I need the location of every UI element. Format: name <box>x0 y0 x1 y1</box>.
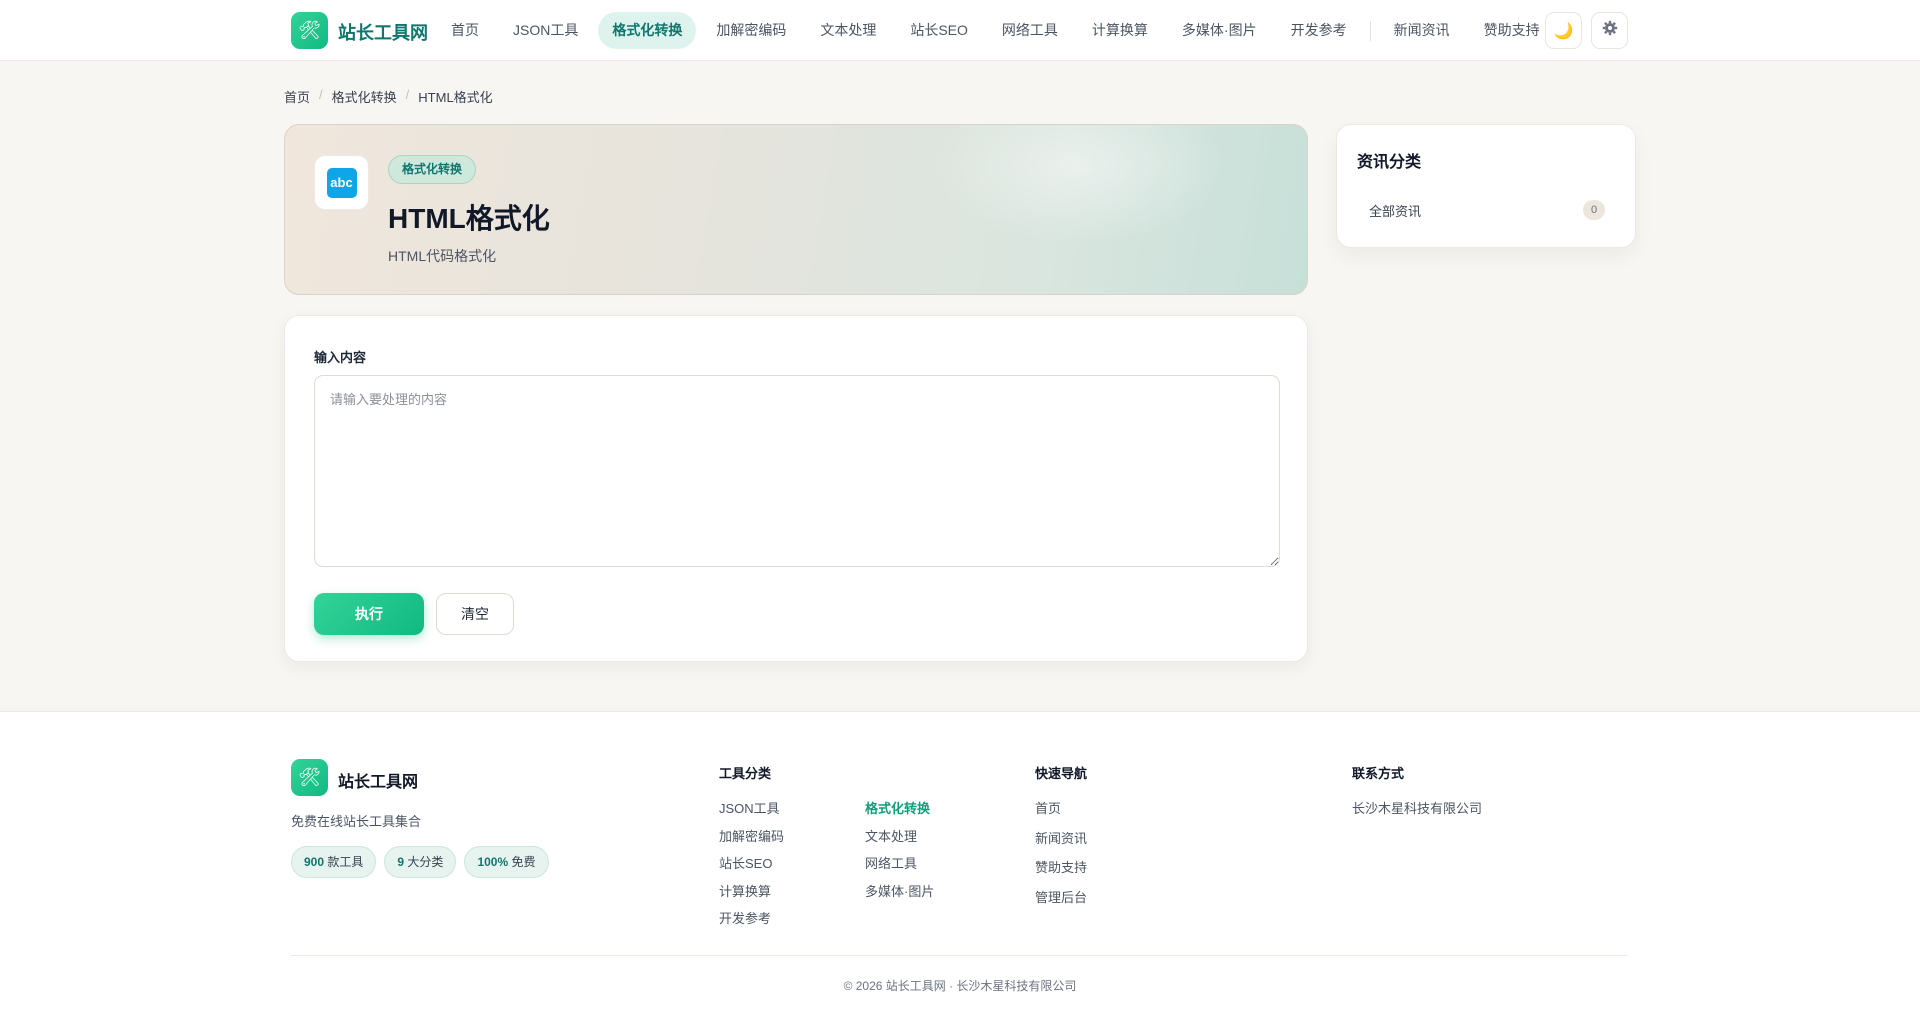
top-navbar: 🛠 站长工具网 首页 JSON工具 格式化转换 加解密编码 文本处理 站长SEO… <box>0 0 1920 61</box>
nav-item-seo[interactable]: 站长SEO <box>893 12 985 49</box>
nav-item-devref[interactable]: 开发参考 <box>1274 12 1364 49</box>
footer-link-seo[interactable]: 站长SEO <box>719 853 772 872</box>
breadcrumb-separator: / <box>405 87 410 102</box>
stat-value: 100% <box>477 855 509 869</box>
gear-icon <box>1602 20 1618 41</box>
category-badge[interactable]: 格式化转换 <box>388 155 477 184</box>
nav-item-sponsor[interactable]: 赞助支持 <box>1467 12 1557 49</box>
nav-item-format[interactable]: 格式化转换 <box>598 12 697 49</box>
settings-button[interactable] <box>1591 12 1628 49</box>
nav-item-crypto[interactable]: 加解密编码 <box>699 12 803 49</box>
tool-hero-card: abc 格式化转换 HTML格式化 HTML代码格式化 <box>284 124 1308 295</box>
footer-link-text[interactable]: 文本处理 <box>865 826 917 845</box>
stat-value: 9 <box>397 855 405 869</box>
nav-item-news[interactable]: 新闻资讯 <box>1377 12 1467 49</box>
nav-item-json[interactable]: JSON工具 <box>496 12 595 49</box>
footer-link-admin[interactable]: 管理后台 <box>1035 887 1087 906</box>
breadcrumb-category-link[interactable]: 格式化转换 <box>332 87 397 106</box>
footer-link-crypto[interactable]: 加解密编码 <box>719 826 784 845</box>
breadcrumb-current: HTML格式化 <box>418 90 493 105</box>
page-subtitle: HTML代码格式化 <box>388 248 497 264</box>
footer-stats: 900 款工具 9 大分类 100% 免费 <box>291 846 549 878</box>
nav-item-text[interactable]: 文本处理 <box>803 12 893 49</box>
footer-link-network[interactable]: 网络工具 <box>865 853 917 872</box>
stat-badge-tools: 900 款工具 <box>291 846 377 878</box>
tool-icon: abc <box>314 155 369 210</box>
news-category-sidebar: 资讯分类 全部资讯 0 <box>1336 124 1636 248</box>
breadcrumb-home-link[interactable]: 首页 <box>284 87 310 106</box>
copyright-text: © 2026 站长工具网 · 长沙木星科技有限公司 <box>843 979 1077 993</box>
site-logo-icon[interactable]: 🛠 <box>291 12 328 49</box>
nav-item-home[interactable]: 首页 <box>434 12 496 49</box>
page-title: HTML格式化 <box>388 203 550 234</box>
nav-item-network[interactable]: 网络工具 <box>985 12 1075 49</box>
stat-badge-free: 100% 免费 <box>464 846 549 878</box>
footer-contact-title: 联系方式 <box>1352 766 1405 781</box>
breadcrumb: 首页 / 格式化转换 / HTML格式化 <box>284 87 493 106</box>
run-button[interactable]: 执行 <box>314 593 424 635</box>
footer-link-format[interactable]: 格式化转换 <box>865 798 930 817</box>
sidebar-item-all-news[interactable]: 全部资讯 0 <box>1357 195 1617 225</box>
clear-button[interactable]: 清空 <box>436 593 514 635</box>
input-label: 输入内容 <box>314 350 367 365</box>
stat-label: 免费 <box>511 855 536 869</box>
footer-contact-company: 长沙木星科技有限公司 <box>1352 801 1483 816</box>
stat-badge-categories: 9 大分类 <box>384 846 457 878</box>
site-name[interactable]: 站长工具网 <box>338 19 428 45</box>
footer-description: 免费在线站长工具集合 <box>291 814 422 829</box>
abc-icon: abc <box>326 167 357 198</box>
site-footer: 🛠 站长工具网 免费在线站长工具集合 900 款工具 9 大分类 100% 免费… <box>0 711 1920 1018</box>
footer-logo-icon: 🛠 <box>291 759 328 796</box>
sidebar-title: 资讯分类 <box>1357 154 1422 171</box>
content-input[interactable] <box>314 375 1280 567</box>
stat-label: 款工具 <box>327 855 364 869</box>
footer-quicknav-title: 快速导航 <box>1035 766 1088 781</box>
stat-value: 900 <box>304 855 325 869</box>
sidebar-item-label: 全部资讯 <box>1369 203 1422 219</box>
footer-link-sponsor[interactable]: 赞助支持 <box>1035 857 1087 876</box>
footer-categories-title: 工具分类 <box>719 766 772 781</box>
breadcrumb-separator: / <box>319 87 323 102</box>
footer-divider <box>291 955 1628 956</box>
stat-label: 大分类 <box>407 855 444 869</box>
nav-item-media[interactable]: 多媒体·图片 <box>1165 12 1274 49</box>
footer-link-media[interactable]: 多媒体·图片 <box>865 881 934 900</box>
theme-toggle-button[interactable]: 🌙 <box>1545 12 1582 49</box>
footer-link-devref[interactable]: 开发参考 <box>719 908 771 927</box>
footer-link-news[interactable]: 新闻资讯 <box>1035 828 1087 847</box>
main-nav: 首页 JSON工具 格式化转换 加解密编码 文本处理 站长SEO 网络工具 计算… <box>434 12 1557 49</box>
moon-icon: 🌙 <box>1553 22 1574 40</box>
count-badge: 0 <box>1583 200 1605 220</box>
footer-site-name: 站长工具网 <box>338 774 419 791</box>
footer-link-calc[interactable]: 计算换算 <box>719 881 771 900</box>
nav-item-calc[interactable]: 计算换算 <box>1075 12 1165 49</box>
footer-link-json[interactable]: JSON工具 <box>719 798 780 817</box>
nav-divider <box>1369 20 1371 41</box>
tool-input-panel: 输入内容 执行 清空 <box>284 315 1308 662</box>
footer-link-home[interactable]: 首页 <box>1035 798 1061 817</box>
